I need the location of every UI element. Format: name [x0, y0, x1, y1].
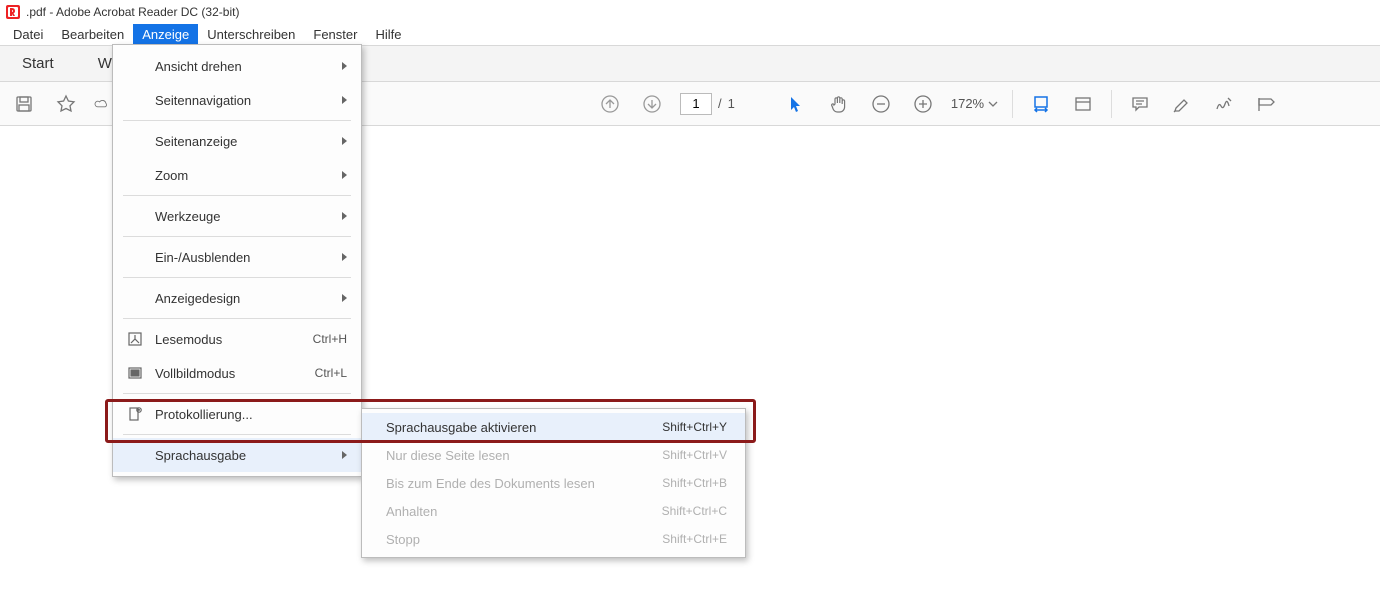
sm-shortcut: Shift+Ctrl+Y — [662, 420, 727, 434]
dd-ansicht-drehen[interactable]: Ansicht drehen — [113, 49, 361, 83]
sm-shortcut: Shift+Ctrl+B — [662, 476, 727, 490]
menu-bearbeiten[interactable]: Bearbeiten — [52, 24, 133, 45]
menu-hilfe[interactable]: Hilfe — [366, 24, 410, 45]
anzeige-dropdown: Ansicht drehen Seitennavigation Seitenan… — [112, 44, 362, 477]
zoom-out-icon[interactable] — [867, 90, 895, 118]
menu-unterschreiben[interactable]: Unterschreiben — [198, 24, 304, 45]
comment-icon[interactable] — [1126, 90, 1154, 118]
dd-label: Lesemodus — [155, 332, 303, 347]
separator — [123, 277, 351, 278]
separator — [123, 318, 351, 319]
sm-label: Nur diese Seite lesen — [386, 448, 652, 463]
selection-arrow-icon[interactable] — [783, 90, 811, 118]
sign-icon[interactable] — [1210, 90, 1238, 118]
chevron-right-icon — [342, 62, 347, 70]
chevron-right-icon — [342, 294, 347, 302]
sm-shortcut: Shift+Ctrl+C — [662, 504, 727, 518]
dd-seitennavigation[interactable]: Seitennavigation — [113, 83, 361, 117]
chevron-right-icon — [342, 451, 347, 459]
separator — [123, 195, 351, 196]
dd-shortcut: Ctrl+L — [315, 366, 347, 380]
save-icon[interactable] — [10, 90, 38, 118]
separator — [123, 120, 351, 121]
chevron-down-icon — [988, 99, 998, 109]
reading-mode-icon — [125, 329, 145, 349]
menu-fenster[interactable]: Fenster — [304, 24, 366, 45]
star-icon[interactable] — [52, 90, 80, 118]
dd-label: Seitennavigation — [155, 93, 332, 108]
page-down-icon[interactable] — [638, 90, 666, 118]
dd-seitenanzeige[interactable]: Seitenanzeige — [113, 124, 361, 158]
separator — [123, 434, 351, 435]
hand-icon[interactable] — [825, 90, 853, 118]
window-title: .pdf - Adobe Acrobat Reader DC (32-bit) — [26, 5, 239, 19]
sm-label: Stopp — [386, 532, 652, 547]
chevron-right-icon — [342, 96, 347, 104]
titlebar: .pdf - Adobe Acrobat Reader DC (32-bit) — [0, 0, 1380, 24]
dd-label: Vollbildmodus — [155, 366, 305, 381]
page-indicator: / 1 — [680, 93, 735, 115]
sm-stopp: Stopp Shift+Ctrl+E — [362, 525, 745, 553]
dd-protokollierung[interactable]: Protokollierung... — [113, 397, 361, 431]
dd-label: Sprachausgabe — [155, 448, 332, 463]
sm-nur-diese-seite: Nur diese Seite lesen Shift+Ctrl+V — [362, 441, 745, 469]
chevron-right-icon — [342, 137, 347, 145]
page-up-icon[interactable] — [596, 90, 624, 118]
dd-ein-ausblenden[interactable]: Ein-/Ausblenden — [113, 240, 361, 274]
chevron-right-icon — [342, 253, 347, 261]
dd-anzeigedesign[interactable]: Anzeigedesign — [113, 281, 361, 315]
zoom-value: 172% — [951, 96, 984, 111]
dd-zoom[interactable]: Zoom — [113, 158, 361, 192]
sm-bis-ende: Bis zum Ende des Dokuments lesen Shift+C… — [362, 469, 745, 497]
menubar: Datei Bearbeiten Anzeige Unterschreiben … — [0, 24, 1380, 46]
sm-label: Anhalten — [386, 504, 652, 519]
separator — [123, 236, 351, 237]
dd-label: Protokollierung... — [155, 407, 347, 422]
protocol-icon — [125, 404, 145, 424]
highlight-icon[interactable] — [1168, 90, 1196, 118]
tab-start[interactable]: Start — [0, 46, 76, 81]
sm-label: Sprachausgabe aktivieren — [386, 420, 652, 435]
dd-lesemodus[interactable]: Lesemodus Ctrl+H — [113, 322, 361, 356]
sm-label: Bis zum Ende des Dokuments lesen — [386, 476, 652, 491]
page-sep: / — [718, 96, 722, 111]
dd-label: Anzeigedesign — [155, 291, 332, 306]
menu-datei[interactable]: Datei — [4, 24, 52, 45]
sprachausgabe-submenu: Sprachausgabe aktivieren Shift+Ctrl+Y Nu… — [361, 408, 746, 558]
page-input[interactable] — [680, 93, 712, 115]
page-total: 1 — [728, 96, 735, 111]
dd-label: Zoom — [155, 168, 332, 183]
dd-sprachausgabe[interactable]: Sprachausgabe — [113, 438, 361, 472]
app-icon — [6, 5, 20, 19]
chevron-right-icon — [342, 212, 347, 220]
separator — [123, 393, 351, 394]
menu-anzeige[interactable]: Anzeige — [133, 24, 198, 45]
sm-shortcut: Shift+Ctrl+E — [662, 532, 727, 546]
fullscreen-icon — [125, 363, 145, 383]
stamp-icon[interactable] — [1252, 90, 1280, 118]
dd-label: Seitenanzeige — [155, 134, 332, 149]
sm-shortcut: Shift+Ctrl+V — [662, 448, 727, 462]
dd-werkzeuge[interactable]: Werkzeuge — [113, 199, 361, 233]
cloud-icon[interactable] — [94, 90, 108, 118]
sm-sprachausgabe-aktivieren[interactable]: Sprachausgabe aktivieren Shift+Ctrl+Y — [362, 413, 745, 441]
zoom-box[interactable]: 172% — [951, 96, 998, 111]
dd-label: Ein-/Ausblenden — [155, 250, 332, 265]
sm-anhalten: Anhalten Shift+Ctrl+C — [362, 497, 745, 525]
dd-label: Werkzeuge — [155, 209, 332, 224]
dd-vollbildmodus[interactable]: Vollbildmodus Ctrl+L — [113, 356, 361, 390]
zoom-in-icon[interactable] — [909, 90, 937, 118]
chevron-right-icon — [342, 171, 347, 179]
dd-shortcut: Ctrl+H — [313, 332, 347, 346]
fit-width-icon[interactable] — [1027, 90, 1055, 118]
dd-label: Ansicht drehen — [155, 59, 332, 74]
page-display-icon[interactable] — [1069, 90, 1097, 118]
